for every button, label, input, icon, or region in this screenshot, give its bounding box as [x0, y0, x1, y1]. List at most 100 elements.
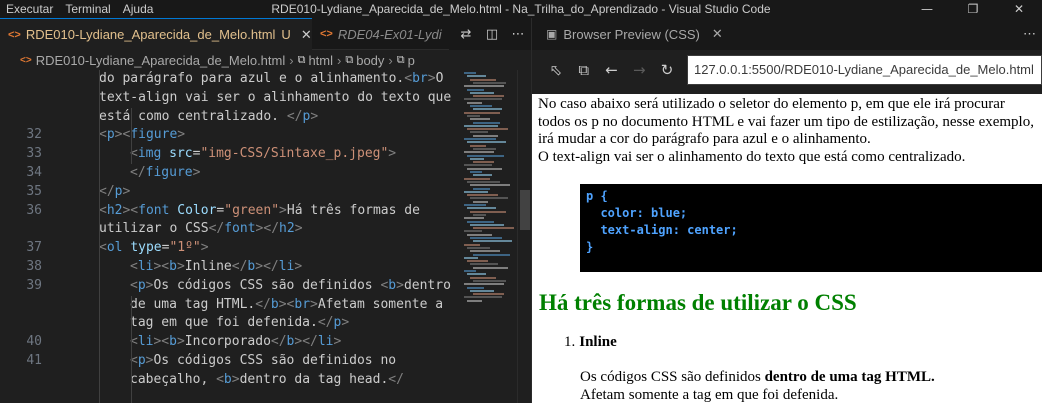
forward-icon[interactable]: →: [625, 61, 653, 79]
inspect-icon[interactable]: ⬁: [542, 61, 570, 79]
code-line[interactable]: 40 <li><b>Incorporado</b></li>: [0, 333, 460, 352]
minimap-line: [467, 233, 492, 236]
code-line[interactable]: 32 <p><figure>: [0, 126, 460, 145]
minimap-line: [470, 131, 488, 134]
tab-rde010[interactable]: <> RDE010-Lydiane_Aparecida_de_Melo.html…: [0, 18, 312, 50]
minimap-line: [464, 85, 504, 88]
line-number: 41: [26, 352, 42, 368]
code-line[interactable]: de uma tag HTML.</b><br>Afetam somente a: [0, 296, 460, 315]
minimap-line: [467, 180, 500, 183]
minimap-line: [470, 263, 498, 266]
minimap[interactable]: [462, 70, 517, 403]
chevron-right-icon: ›: [289, 52, 294, 68]
tab-browser-preview[interactable]: ▣ Browser Preview (CSS) ✕ ⋯: [532, 18, 1042, 50]
minimap-line: [470, 223, 504, 226]
editor-scrollbar[interactable]: [517, 70, 531, 403]
minimap-line: [473, 108, 502, 111]
line-text: </p>: [99, 183, 131, 199]
compare-changes-icon[interactable]: ⇄: [453, 27, 479, 42]
breadcrumb-file[interactable]: RDE010-Lydiane_Aparecida_de_Melo.html: [36, 53, 286, 68]
url-input[interactable]: 127.0.0.1:5500/RDE010-Lydiane_Aparecida_…: [686, 55, 1042, 85]
close-tab-icon[interactable]: ✕: [301, 27, 312, 43]
minimap-line: [470, 276, 496, 279]
paragraph-text: Os códigos CSS são definidos: [580, 369, 765, 385]
line-number: 32: [26, 127, 42, 143]
menu-executar[interactable]: Executar: [0, 0, 59, 18]
minimap-line: [464, 296, 502, 299]
line-text: <p><figure>: [99, 127, 186, 143]
line-number: 40: [26, 334, 42, 350]
split-editor-icon[interactable]: ◫: [479, 27, 505, 42]
menu-terminal[interactable]: Terminal: [59, 0, 116, 18]
minimap-line: [473, 279, 506, 282]
line-text: <img src="img-CSS/Sintaxe_p.jpeg">: [130, 146, 397, 162]
line-text: <ol type="1º">: [99, 240, 209, 256]
code-line[interactable]: 39 <p>Os códigos CSS são definidos <b>den…: [0, 277, 460, 296]
breadcrumb-body[interactable]: body: [356, 53, 384, 68]
minimap-line: [464, 124, 498, 127]
code-line[interactable]: 36 <h2><font Color="green">Há três formas…: [0, 202, 460, 221]
indent-guide: [131, 108, 132, 164]
code-line[interactable]: 34 </figure>: [0, 164, 460, 183]
minimap-line: [464, 138, 496, 140]
inline-paragraph: Os códigos CSS são definidos dentro de u…: [580, 368, 935, 403]
minimap-line: [473, 174, 492, 177]
minimap-line: [464, 111, 500, 114]
code-line[interactable]: está como centralizado. </p>: [0, 108, 460, 127]
code-line[interactable]: tag em que foi defenida.</p>: [0, 314, 460, 333]
more-actions-icon[interactable]: ⋯: [1023, 26, 1036, 42]
code-line[interactable]: do parágrafo para azul e o alinhamento.<…: [0, 70, 460, 89]
line-text: </figure>: [130, 164, 201, 180]
line-text: text-align vai ser o alinhamento do text…: [99, 89, 452, 105]
intro-paragraph: No caso abaixo será utilizado o seletor …: [538, 96, 1034, 165]
minimap-line: [464, 98, 502, 101]
line-number: 33: [26, 146, 42, 162]
minimap-line: [470, 78, 496, 81]
line-number: [0, 70, 42, 89]
code-editor[interactable]: do parágrafo para azul e o alinhamento.<…: [0, 70, 460, 403]
scrollbar-thumb[interactable]: [520, 190, 530, 230]
restore-icon[interactable]: ❐: [950, 0, 996, 18]
minimap-line: [473, 161, 494, 164]
minimize-icon[interactable]: —: [904, 0, 950, 18]
devtools-icon[interactable]: ⧉: [570, 61, 598, 79]
minimap-line: [467, 194, 498, 197]
tag-icon: ⧉: [297, 53, 306, 66]
code-line[interactable]: 37 <ol type="1º">: [0, 239, 460, 258]
minimap-line: [470, 144, 486, 147]
code-line[interactable]: 38 <li><b>Inline</b></li>: [0, 258, 460, 277]
code-line[interactable]: text-align vai ser o alinhamento do text…: [0, 89, 460, 108]
minimap-line: [467, 246, 490, 249]
code-line[interactable]: 33 <img src="img-CSS/Sintaxe_p.jpeg">: [0, 145, 460, 164]
html-file-icon: <>: [320, 28, 333, 40]
tab-rde04[interactable]: <> RDE04-Ex01-Lydi: [312, 18, 442, 50]
code-prop-color: color: blue;: [586, 206, 688, 220]
line-text: <p>Os códigos CSS são definidos no: [130, 352, 397, 368]
more-actions-icon[interactable]: ⋯: [505, 27, 531, 42]
code-line[interactable]: cabeçalho, <b>dentro da tag head.</: [0, 371, 460, 390]
minimap-line: [467, 141, 506, 144]
back-icon[interactable]: ←: [598, 61, 626, 79]
breadcrumb-p[interactable]: p: [408, 53, 415, 68]
minimap-line: [470, 105, 492, 107]
menu-ajuda[interactable]: Ajuda: [117, 0, 160, 18]
code-line[interactable]: 41 <p>Os códigos CSS são definidos no: [0, 352, 460, 371]
reload-icon[interactable]: ↻: [653, 61, 681, 79]
page-heading: Há três formas de utilizar o CSS: [539, 290, 857, 315]
menu-bar: Executar Terminal Ajuda: [0, 0, 159, 18]
code-line[interactable]: 35 </p>: [0, 183, 460, 202]
list-item-label: Inline: [579, 334, 617, 350]
css-forms-list: 1. Inline: [564, 334, 617, 351]
minimap-line: [473, 95, 504, 98]
indent-guide: [99, 70, 100, 403]
line-number: 36: [26, 202, 42, 218]
close-window-icon[interactable]: ✕: [996, 0, 1042, 18]
code-line[interactable]: utilizar o CSS</font></h2>: [0, 220, 460, 239]
breadcrumb: <> RDE010-Lydiane_Aparecida_de_Melo.html…: [0, 50, 531, 70]
line-number: [0, 108, 42, 127]
line-number: 39: [26, 277, 42, 293]
breadcrumb-html[interactable]: html: [308, 53, 333, 68]
minimap-line: [467, 167, 502, 170]
close-tab-icon[interactable]: ✕: [712, 26, 723, 42]
chevron-right-icon: ›: [337, 52, 342, 68]
